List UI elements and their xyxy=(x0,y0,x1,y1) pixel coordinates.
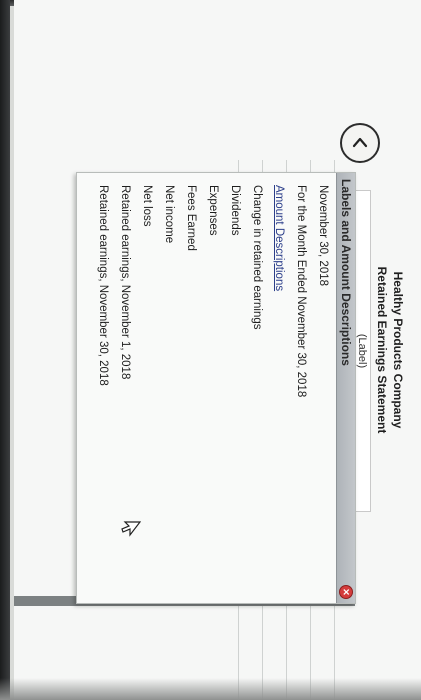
photo-shadow xyxy=(0,678,421,700)
list-item[interactable]: Net loss xyxy=(141,185,153,227)
list-item[interactable]: November 30, 2018 xyxy=(317,185,329,286)
popup-title: Labels and Amount Descriptions xyxy=(339,179,353,366)
list-item[interactable]: Expenses xyxy=(207,185,219,236)
statement-title: Retained Earnings Statement xyxy=(375,266,389,434)
list-item[interactable]: Net income xyxy=(163,185,175,243)
list-item[interactable]: Retained earnings, November 30, 2018 xyxy=(97,185,109,386)
chevron-up-icon xyxy=(352,137,368,148)
list-item[interactable]: Retained earnings, November 1, 2018 xyxy=(119,185,131,379)
close-icon[interactable]: ✕ xyxy=(339,585,353,599)
list-item[interactable]: Change in retained earnings xyxy=(251,185,263,330)
screen-bezel-left xyxy=(0,0,10,700)
company-name: Healthy Products Company xyxy=(391,271,405,429)
mouse-pointer-icon xyxy=(121,521,141,537)
section-heading: Amount Descriptions xyxy=(273,185,285,292)
list-item[interactable]: For the Month Ended November 30, 2018 xyxy=(295,185,307,397)
collapse-button[interactable] xyxy=(340,123,380,163)
rotated-statement: Healthy Products Company Retained Earnin… xyxy=(14,0,421,700)
list-item[interactable]: Fees Earned xyxy=(185,185,197,251)
labels-popup: Labels and Amount Descriptions ✕ Novembe… xyxy=(76,172,356,604)
popup-header: Labels and Amount Descriptions ✕ xyxy=(336,173,355,603)
list-item[interactable]: Dividends xyxy=(229,185,241,236)
statement-page: Healthy Products Company Retained Earnin… xyxy=(14,0,421,700)
